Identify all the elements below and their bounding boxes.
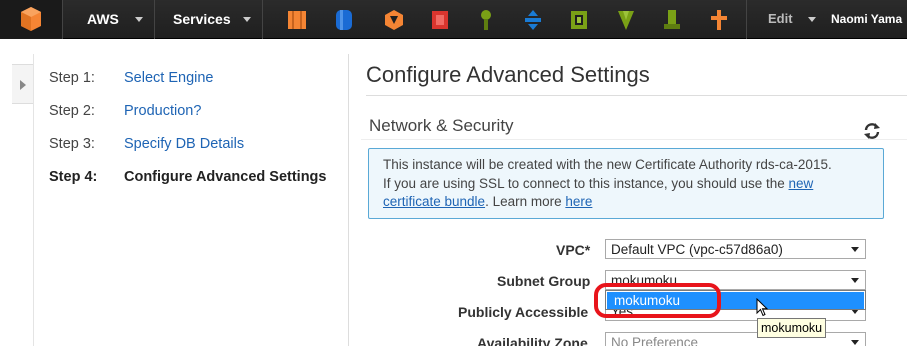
option-tooltip: mokumoku	[757, 318, 827, 338]
top-navigation-bar: AWS Services Edit Naomi Yama	[0, 0, 907, 39]
aws-menu-chevron-icon[interactable]	[135, 17, 143, 22]
cloudformation-icon[interactable]	[429, 8, 451, 32]
certificate-info-box: This instance will be created with the n…	[368, 148, 884, 219]
step-2-number: Step 2:	[49, 103, 95, 119]
refresh-icon[interactable]	[862, 121, 882, 141]
aws-logo-icon[interactable]	[0, 0, 62, 39]
step-3-link[interactable]: Specify DB Details	[124, 136, 244, 152]
mouse-cursor-icon	[756, 298, 769, 317]
codedeploy-icon[interactable]	[522, 8, 544, 32]
step-2-link[interactable]: Production?	[124, 103, 201, 119]
page-title: Configure Advanced Settings	[366, 62, 650, 87]
chevron-right-icon	[20, 80, 26, 90]
edit-menu[interactable]: Edit	[768, 11, 793, 26]
step-4-number: Step 4:	[49, 169, 98, 185]
info-line-3: certificate bundle. Learn more here	[383, 194, 593, 209]
opsworks-icon[interactable]	[661, 8, 683, 32]
tools-icon[interactable]	[708, 8, 730, 32]
learn-more-here-link[interactable]: here	[565, 194, 592, 209]
subnet-group-label: Subnet Group	[497, 273, 591, 289]
services-menu[interactable]: Services	[173, 11, 231, 27]
services-chevron-icon[interactable]	[243, 17, 251, 22]
dropdown-arrow-icon	[851, 278, 859, 283]
elasticbeanstalk-icon[interactable]	[475, 8, 497, 32]
dropdown-arrow-icon	[851, 340, 859, 345]
collapse-sidebar-toggle[interactable]	[12, 64, 34, 104]
vpc-icon[interactable]	[568, 8, 590, 32]
vpc-label: VPC*	[556, 242, 591, 258]
aws-menu[interactable]: AWS	[87, 11, 119, 27]
certificate-bundle-link[interactable]: certificate bundle	[383, 194, 485, 209]
section-title: Network & Security	[369, 116, 514, 135]
step-1-number: Step 1:	[49, 70, 95, 86]
vpc-select[interactable]: Default VPC (vpc-c57d86a0)	[605, 239, 866, 259]
lambda-icon[interactable]	[383, 8, 405, 32]
info-line-2: If you are using SSL to connect to this …	[383, 175, 814, 191]
edit-chevron-icon[interactable]	[808, 17, 816, 22]
s3-icon[interactable]	[333, 8, 355, 32]
cloudwatch-icon[interactable]	[615, 8, 637, 32]
ec2-icon[interactable]	[286, 8, 308, 32]
availability-zone-label: Availability Zone	[477, 335, 588, 346]
dropdown-arrow-icon	[851, 247, 859, 252]
step-1-link[interactable]: Select Engine	[124, 70, 213, 86]
step-3-number: Step 3:	[49, 136, 95, 152]
info-line-1: This instance will be created with the n…	[383, 157, 832, 172]
step-4-current: Configure Advanced Settings	[124, 169, 327, 185]
new-certificate-link-part1[interactable]: new	[789, 176, 814, 191]
user-menu[interactable]: Naomi Yama	[831, 12, 902, 26]
publicly-accessible-label: Publicly Accessible	[458, 304, 589, 320]
highlight-annotation	[594, 283, 721, 318]
availability-zone-select[interactable]: No Preference	[605, 332, 866, 346]
